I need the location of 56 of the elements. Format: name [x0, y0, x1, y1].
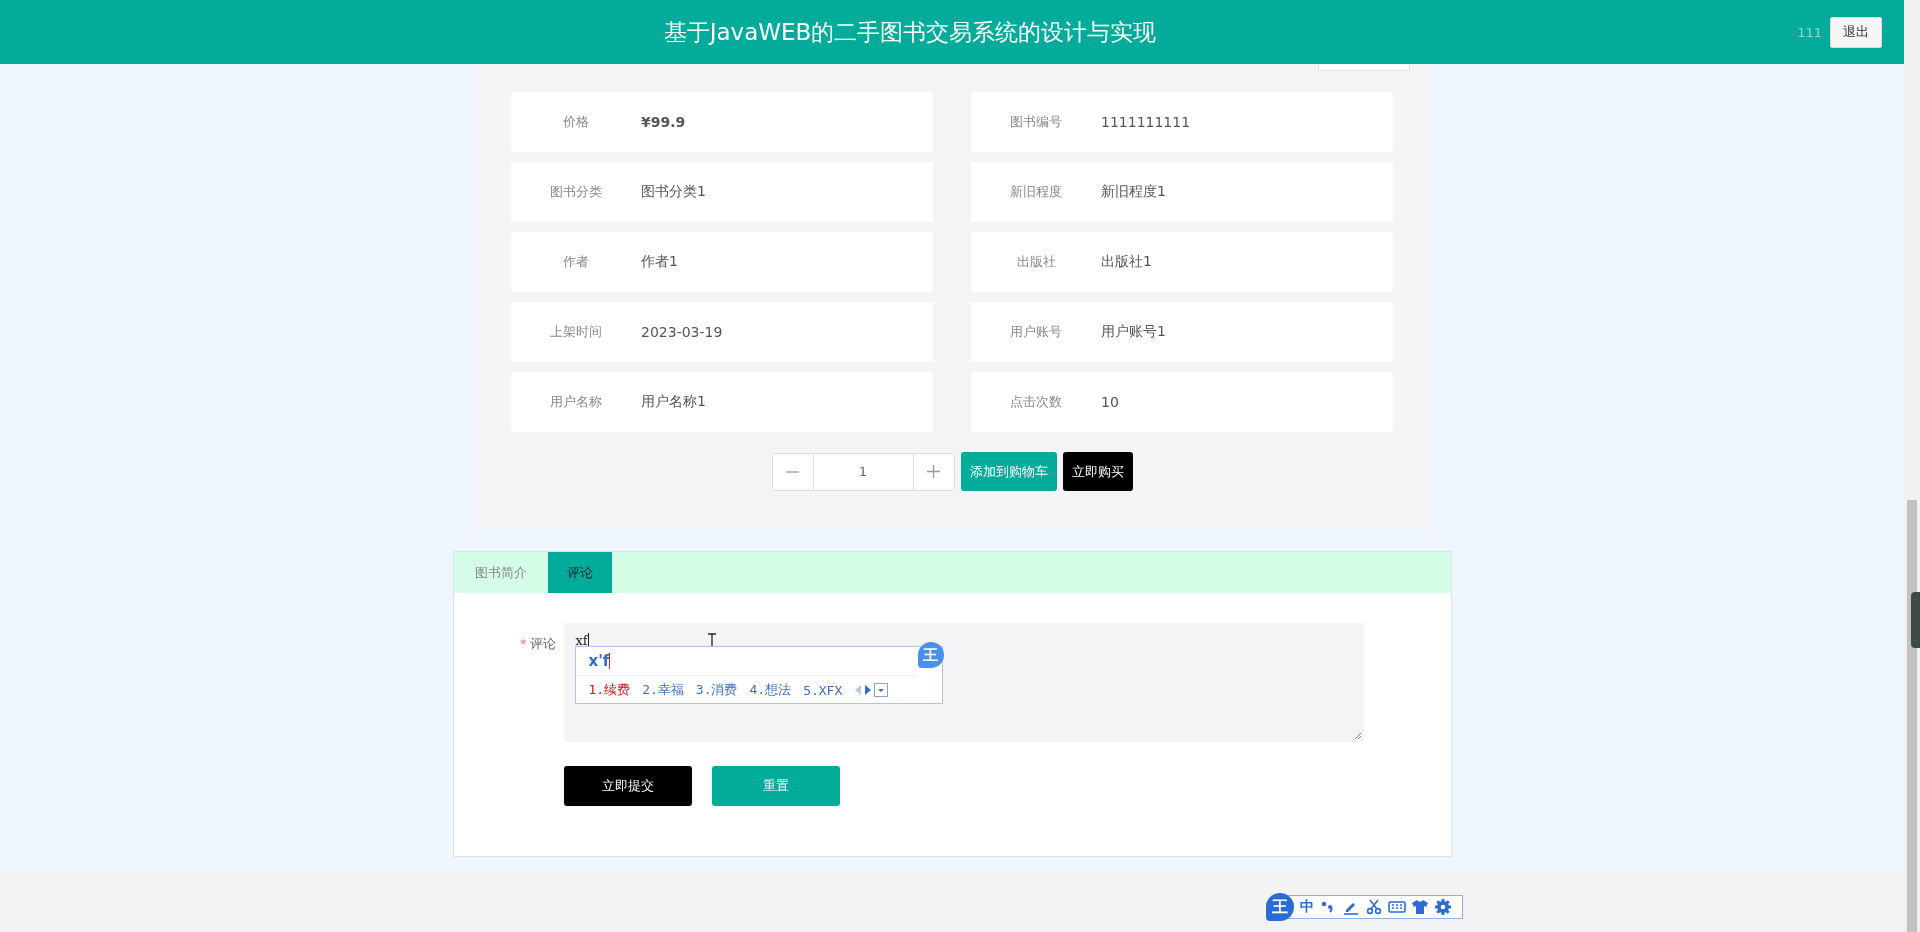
field-value: 2023-03-19 — [641, 324, 723, 340]
field-value: 作者1 — [641, 253, 678, 271]
buy-now-button[interactable]: 立即购买 — [1062, 452, 1133, 491]
scrollbar[interactable] — [1904, 0, 1920, 932]
field-label: 用户名称 — [549, 393, 603, 411]
scrollbar-thumb[interactable] — [1907, 500, 1917, 932]
add-to-cart-button[interactable]: 添加到购物车 — [960, 452, 1057, 491]
tab[interactable]: 图书简介 — [453, 552, 548, 593]
composition-text: x'f — [588, 652, 610, 670]
field-value: 图书分类1 — [641, 183, 706, 201]
field-label: 点击次数 — [1009, 393, 1063, 411]
ime-candidate[interactable]: 4.想法 — [749, 681, 792, 699]
keyboard-icon[interactable] — [1388, 898, 1406, 916]
field-value: 用户名称1 — [641, 393, 706, 411]
text-caret — [609, 653, 611, 669]
resize-handle-icon — [1353, 732, 1362, 740]
text-caret — [587, 633, 589, 647]
page-title: 基于JavaWEB的二手图书交易系统的设计与实现 — [663, 17, 1157, 47]
shirt-icon[interactable] — [1411, 898, 1429, 916]
ime-candidate[interactable]: 2.幸福 — [642, 681, 684, 699]
field-label: 新旧程度 — [1009, 183, 1063, 201]
field-value: ¥99.9 — [641, 114, 686, 130]
dropdown-icon — [874, 683, 889, 697]
field-value: 出版社1 — [1101, 253, 1152, 271]
field-label: 评论 — [529, 636, 556, 651]
field-value: 新旧程度1 — [1101, 183, 1166, 201]
plus-icon — [927, 465, 940, 478]
ime-logo: 王 — [917, 642, 944, 668]
field-label: 上架时间 — [549, 323, 603, 341]
field-value: 1111111111 — [1101, 114, 1191, 130]
tab[interactable]: 评论 — [547, 552, 612, 593]
field-label: 作者 — [562, 253, 590, 271]
field-label: 价格 — [562, 113, 590, 131]
username-label: 111 — [1797, 24, 1822, 40]
input-mode-toggle[interactable]: 中 — [1300, 898, 1314, 916]
field-label: 用户账号 — [1009, 323, 1063, 341]
reset-button[interactable]: 重置 — [711, 766, 840, 806]
prev-page-icon — [854, 684, 863, 696]
required-mark: * — [520, 636, 527, 651]
quantity-field[interactable]: 1 — [813, 453, 913, 490]
ime-candidate[interactable]: 3.消费 — [695, 681, 738, 699]
logout-button[interactable]: 退出 — [1830, 16, 1882, 48]
field-label: 图书编号 — [1009, 113, 1063, 131]
scissors-icon[interactable] — [1365, 898, 1383, 916]
field-value: 用户账号1 — [1101, 323, 1166, 341]
submit-button[interactable]: 立即提交 — [563, 766, 692, 806]
field-label: 出版社 — [1015, 253, 1057, 271]
minus-icon — [786, 470, 799, 473]
ime-candidate[interactable]: 5.XFX — [803, 682, 843, 698]
next-page-icon — [864, 684, 873, 696]
settings-icon[interactable] — [1434, 898, 1452, 916]
field-value: 10 — [1101, 394, 1119, 410]
quantity-stepper[interactable]: 1 — [771, 452, 955, 491]
ime-logo[interactable]: 王 — [1266, 893, 1294, 921]
field-label: 图书分类 — [549, 183, 603, 201]
ime-candidate[interactable]: 1.续费 — [588, 681, 631, 699]
